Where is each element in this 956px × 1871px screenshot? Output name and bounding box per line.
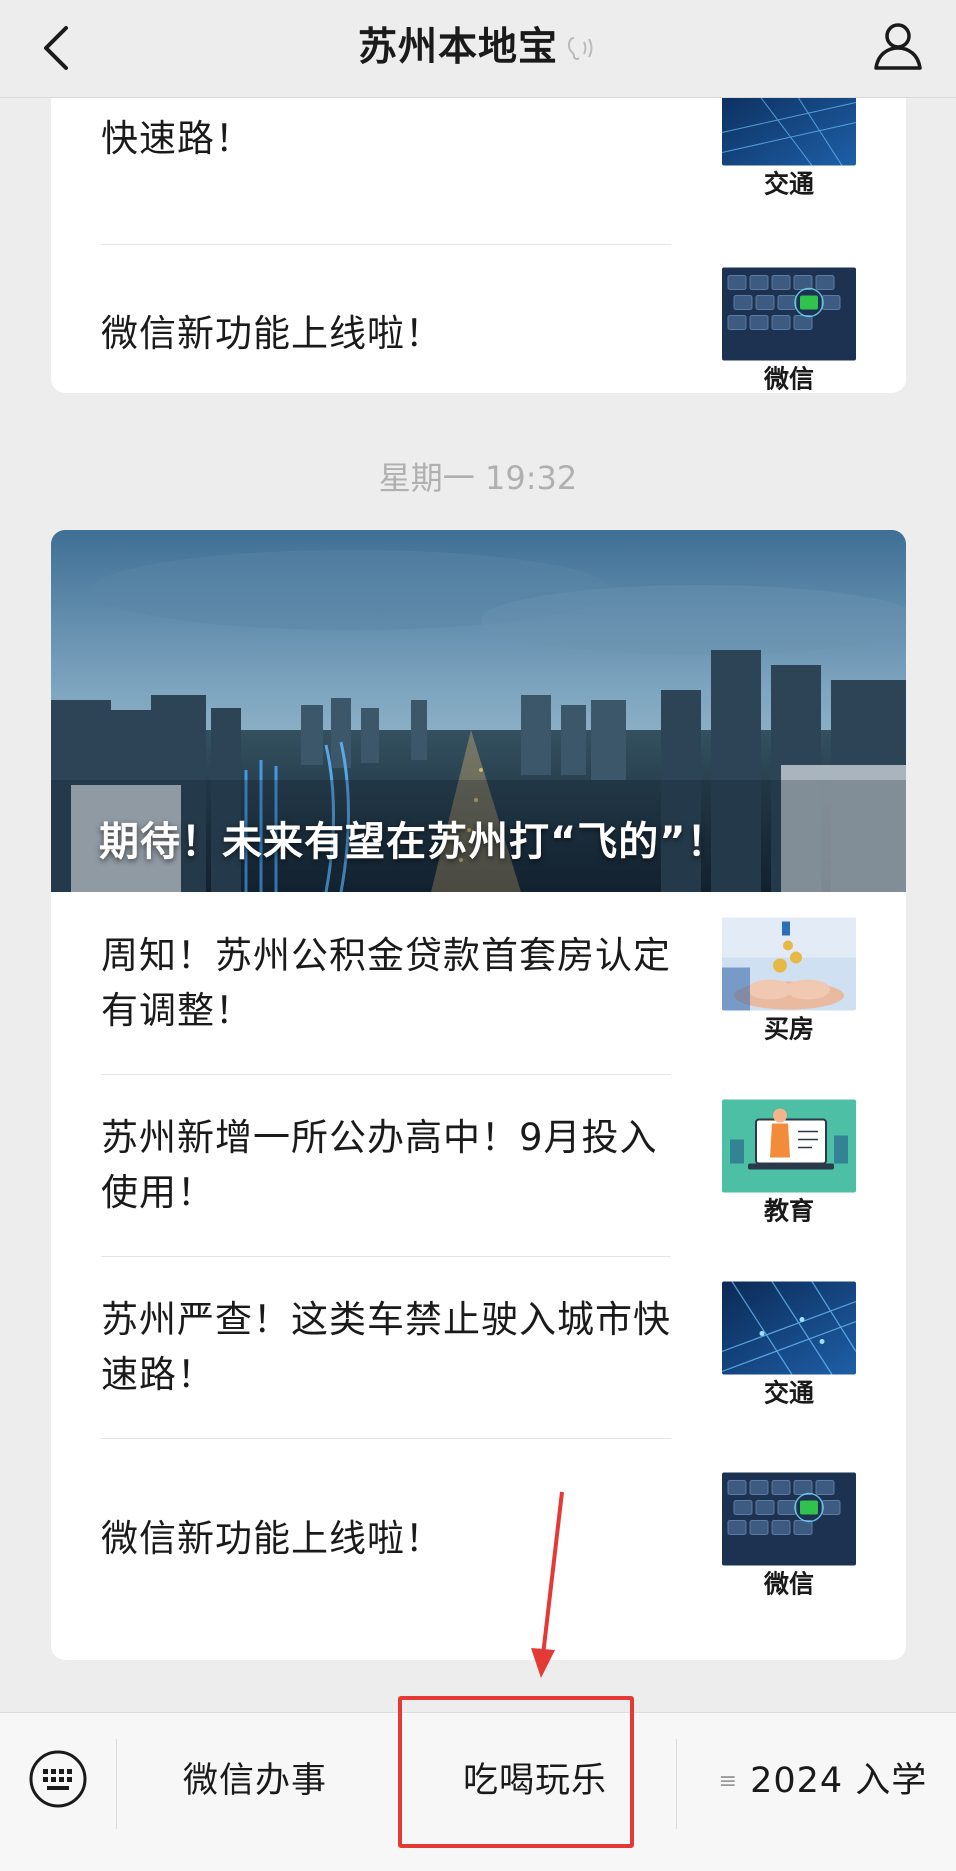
- article-item[interactable]: 苏州新增一所公办高中！9月投入使用！ 教育: [101, 1074, 856, 1256]
- keyboard-thumbnail: [722, 1472, 856, 1566]
- article-title: 微信新功能上线啦！: [101, 1516, 443, 1560]
- submenu-lines-icon: ≡: [718, 1769, 739, 1794]
- hero-article[interactable]: 期待！未来有望在苏州打“飞的”！: [51, 530, 906, 892]
- page-title: 苏州本地宝: [357, 24, 558, 70]
- article-category: 买房: [763, 1014, 814, 1044]
- article-category: 教育: [763, 1196, 814, 1226]
- article-thumbnail: 教育: [722, 1099, 856, 1231]
- article-title: 苏州严查！这类车禁止驶入城市快速路！: [101, 1298, 671, 1396]
- profile-button[interactable]: [868, 16, 928, 76]
- chat-screen: 苏州本地宝 快速路！ 交通 微信新功能上线啦！ 微信 星期一 19:32 期待！…: [0, 0, 956, 1871]
- menu-separator: [116, 1739, 117, 1829]
- divider: [101, 244, 671, 245]
- keyboard-icon: [29, 1750, 87, 1808]
- article-item[interactable]: 周知！苏州公积金贷款首套房认定有调整！ 买房: [101, 892, 856, 1074]
- article-title: 周知！苏州公积金贷款首套房认定有调整！: [101, 934, 671, 1032]
- article-title: 微信新功能上线啦！: [101, 311, 443, 355]
- menu-item-label: 微信办事: [182, 1761, 327, 1801]
- person-icon: [874, 23, 922, 70]
- article-card: 期待！未来有望在苏州打“飞的”！ 周知！苏州公积金贷款首套房认定有调整！ 买房 …: [51, 530, 906, 1660]
- traffic-thumbnail: [722, 98, 856, 166]
- article-item[interactable]: 微信新功能上线啦！ 微信: [101, 1438, 856, 1638]
- article-category: 微信: [763, 364, 814, 394]
- page-title-row: 苏州本地宝: [0, 16, 956, 78]
- article-thumbnail: 微信: [722, 1472, 856, 1604]
- article-title: 苏州新增一所公办高中！9月投入使用！: [101, 1116, 658, 1214]
- traffic-thumbnail: [722, 1281, 856, 1375]
- menu-item-label: 2024 入学: [750, 1761, 928, 1801]
- article-thumbnail: 交通: [722, 98, 856, 204]
- ear-mode-icon: [567, 36, 593, 60]
- annotation-highlight-box: [398, 1696, 634, 1848]
- top-navbar: 苏州本地宝: [0, 0, 956, 98]
- article-card-previous: 快速路！ 交通 微信新功能上线啦！ 微信: [51, 98, 906, 393]
- article-title: 快速路！: [101, 116, 253, 160]
- house-buying-thumbnail: [722, 917, 856, 1011]
- hero-title: 期待！未来有望在苏州打“飞的”！: [99, 819, 728, 865]
- article-item[interactable]: 微信新功能上线啦！ 微信: [101, 258, 856, 393]
- article-item[interactable]: 苏州严查！这类车禁止驶入城市快速路！ 交通: [101, 1256, 856, 1438]
- menu-separator: [676, 1739, 677, 1829]
- keyboard-toggle-button[interactable]: [28, 1749, 88, 1809]
- education-thumbnail: [722, 1099, 856, 1193]
- article-category: 微信: [763, 1569, 814, 1599]
- article-thumbnail: 买房: [722, 917, 856, 1049]
- article-thumbnail: 微信: [722, 267, 856, 394]
- article-thumbnail: 交通: [722, 1281, 856, 1413]
- message-timestamp: 星期一 19:32: [378, 459, 578, 497]
- article-category: 交通: [763, 169, 814, 199]
- keyboard-thumbnail: [722, 267, 856, 361]
- menu-item-wechat-services[interactable]: 微信办事: [120, 1753, 390, 1809]
- article-category: 交通: [763, 1378, 814, 1408]
- chat-content[interactable]: 快速路！ 交通 微信新功能上线啦！ 微信 星期一 19:32 期待！未来有望在苏…: [0, 98, 956, 1712]
- menu-item-enrollment-2024[interactable]: ≡ 2024 入学: [690, 1753, 956, 1809]
- article-item[interactable]: 快速路！ 交通: [101, 98, 856, 199]
